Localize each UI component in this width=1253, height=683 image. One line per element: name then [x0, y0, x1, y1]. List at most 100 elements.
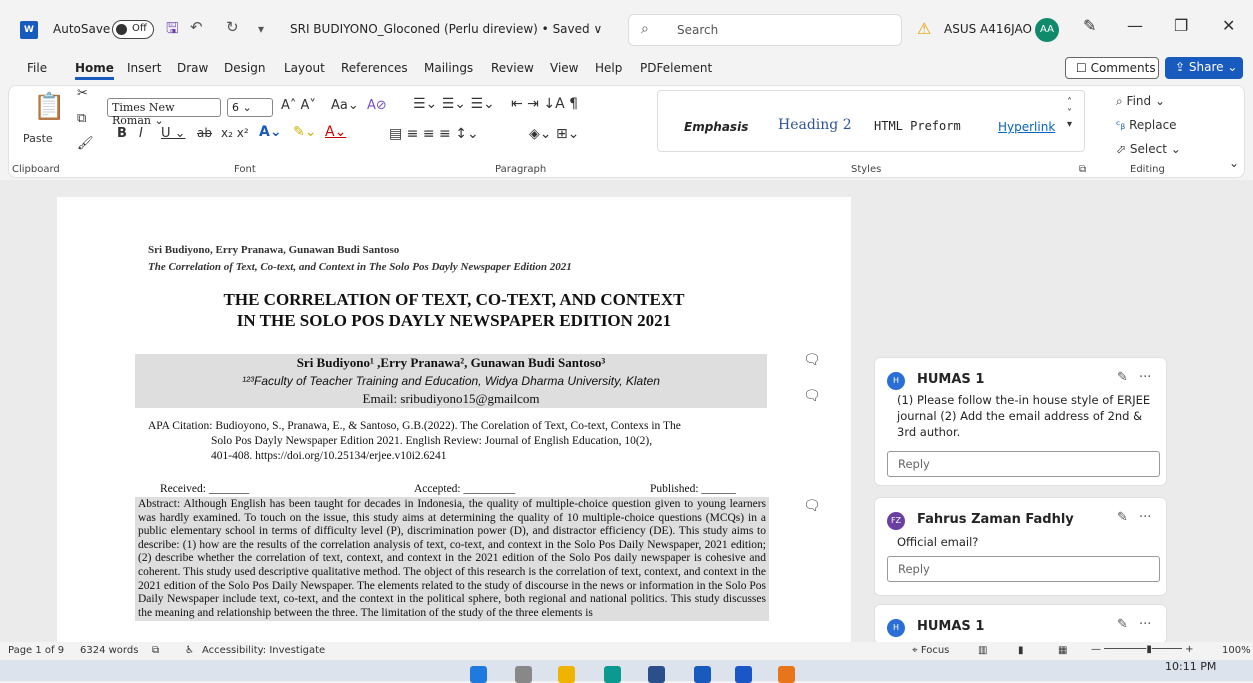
- group-label-paragraph: Paragraph: [495, 164, 547, 175]
- word-taskbar-icon[interactable]: [694, 666, 711, 683]
- text-effects-icon[interactable]: A⌄: [259, 124, 282, 140]
- save-icon[interactable]: 🖫: [166, 18, 179, 43]
- style-hyperlink[interactable]: Hyperlink: [998, 120, 1055, 134]
- windows-start-icon[interactable]: [470, 666, 487, 683]
- align-icon[interactable]: ▤ ≡ ≡ ≡ ↕⌄: [389, 126, 479, 142]
- highlight-icon[interactable]: ✎⌄: [293, 124, 316, 140]
- redo-icon[interactable]: ↻: [226, 18, 239, 36]
- edge-icon[interactable]: [604, 666, 621, 683]
- tab-home[interactable]: Home: [75, 61, 114, 80]
- app-taskbar-icon[interactable]: [778, 666, 795, 683]
- share-button[interactable]: ⇪ Share ⌄: [1165, 57, 1243, 79]
- tab-insert[interactable]: Insert: [127, 61, 161, 75]
- strikethrough-button[interactable]: ab: [197, 126, 212, 140]
- tab-view[interactable]: View: [550, 61, 578, 75]
- word-count[interactable]: 6324 words: [80, 645, 138, 656]
- clock[interactable]: 10:11 PM: [1165, 660, 1216, 673]
- status-bar: Page 1 of 9 6324 words ⧉ ♿ Accessibility…: [0, 642, 1253, 660]
- print-layout-icon[interactable]: ▮: [1018, 645, 1024, 656]
- style-emphasis[interactable]: Emphasis: [684, 120, 748, 134]
- file-explorer-icon[interactable]: [558, 666, 575, 683]
- font-size-select[interactable]: 6 ⌄: [227, 98, 273, 117]
- copy-icon[interactable]: ⧉: [77, 111, 86, 126]
- more-options-icon[interactable]: ···: [1139, 370, 1151, 385]
- comment-marker-icon[interactable]: 🗨: [803, 388, 821, 404]
- comment-card[interactable]: FZ Fahrus Zaman Fadhly ✎ ··· Official em…: [874, 497, 1167, 596]
- underline-button[interactable]: U ⌄: [161, 126, 186, 141]
- more-options-icon[interactable]: ···: [1139, 617, 1151, 632]
- paste-button[interactable]: Paste: [23, 132, 53, 145]
- tab-references[interactable]: References: [341, 61, 408, 75]
- autosave-toggle[interactable]: Off: [112, 20, 154, 39]
- tab-review[interactable]: Review: [491, 61, 534, 75]
- styles-scroll-icon[interactable]: ˄ ˅ ▾: [1067, 97, 1072, 130]
- comment-card[interactable]: H HUMAS 1 ✎ ···: [874, 604, 1167, 644]
- zoom-level[interactable]: 100%: [1222, 645, 1251, 656]
- zoom-slider[interactable]: — ───────▮───── +: [1091, 644, 1194, 655]
- tab-help[interactable]: Help: [595, 61, 622, 75]
- clear-formatting-icon[interactable]: A⊘: [367, 98, 387, 113]
- close-button[interactable]: ✕: [1222, 16, 1235, 35]
- format-painter-icon[interactable]: 🖌: [77, 136, 94, 151]
- undo-icon[interactable]: ↶: [190, 18, 203, 36]
- cut-icon[interactable]: ✂: [77, 86, 88, 101]
- grow-font-icon[interactable]: A˄ A˅: [281, 98, 316, 113]
- app-taskbar-icon[interactable]: [735, 666, 752, 683]
- bold-button[interactable]: B: [117, 126, 127, 141]
- web-layout-icon[interactable]: ▦: [1058, 645, 1067, 656]
- tab-file[interactable]: File: [27, 61, 47, 75]
- shading-icon[interactable]: ◈⌄ ⊞⌄: [529, 126, 579, 142]
- clipboard-icon[interactable]: 📋: [33, 92, 65, 122]
- comment-card[interactable]: H HUMAS 1 ✎ ··· (1) Please follow the-in…: [874, 357, 1167, 486]
- warning-icon[interactable]: ⚠: [917, 19, 931, 38]
- customize-toolbar-icon[interactable]: ▾: [258, 22, 264, 36]
- proofing-icon[interactable]: ⧉: [152, 645, 159, 656]
- more-options-icon[interactable]: ···: [1139, 510, 1151, 525]
- subscript-button[interactable]: x₂ x²: [221, 126, 249, 140]
- style-html-preformatted[interactable]: HTML Preform: [874, 119, 961, 133]
- pen-icon[interactable]: ✎: [1083, 16, 1096, 35]
- accepted-label: Accepted: _________: [414, 483, 516, 495]
- minimize-button[interactable]: —: [1127, 16, 1143, 35]
- accessibility-status[interactable]: Accessibility: Investigate: [202, 645, 325, 656]
- document-page[interactable]: Sri Budiyono, Erry Pranawa, Gunawan Budi…: [57, 197, 851, 647]
- share-icon: ⇪: [1175, 60, 1189, 74]
- find-button[interactable]: ⌕ Find ⌄: [1116, 94, 1165, 109]
- page-indicator[interactable]: Page 1 of 9: [8, 645, 64, 656]
- tab-design[interactable]: Design: [224, 61, 265, 75]
- tab-draw[interactable]: Draw: [177, 61, 208, 75]
- ribbon: 📋 Paste ✂ ⧉ 🖌 Clipboard Times New Roman …: [8, 85, 1245, 178]
- reply-input[interactable]: Reply: [887, 556, 1160, 582]
- tab-pdfelement[interactable]: PDFelement: [640, 61, 712, 75]
- comments-button[interactable]: ☐ Comments: [1065, 57, 1159, 79]
- avatar[interactable]: AA: [1035, 18, 1059, 42]
- reply-input[interactable]: Reply: [887, 451, 1160, 477]
- font-name-select[interactable]: Times New Roman ⌄: [107, 98, 221, 127]
- collapse-ribbon-icon[interactable]: ⌄: [1229, 156, 1239, 170]
- style-heading-2[interactable]: Heading 2: [778, 117, 852, 133]
- read-mode-icon[interactable]: ▥: [978, 645, 987, 656]
- word-app-icon[interactable]: W: [20, 21, 38, 39]
- edit-comment-icon[interactable]: ✎: [1117, 370, 1128, 385]
- tab-mailings[interactable]: Mailings: [424, 61, 473, 75]
- font-color-icon[interactable]: A⌄: [325, 124, 346, 140]
- focus-button[interactable]: ⌖ Focus: [912, 645, 949, 656]
- select-button[interactable]: ⬀ Select ⌄: [1116, 142, 1181, 156]
- search-taskbar-icon[interactable]: [515, 666, 532, 683]
- search-input[interactable]: ⌕ Search: [628, 14, 902, 46]
- bullets-icon[interactable]: ☰⌄ ☰⌄ ☰⌄: [413, 96, 495, 112]
- document-title[interactable]: SRI BUDIYONO_Gloconed (Perlu direview) •…: [290, 22, 602, 36]
- comment-marker-icon[interactable]: 🗨: [803, 498, 821, 514]
- replace-button[interactable]: ᶜᵦ Replace: [1116, 118, 1177, 132]
- dates-line: Received: _______ Accepted: _________ Pu…: [160, 483, 770, 495]
- tab-layout[interactable]: Layout: [284, 61, 325, 75]
- change-case-icon[interactable]: Aa⌄: [331, 98, 359, 113]
- store-icon[interactable]: [648, 666, 665, 683]
- italic-button[interactable]: I: [139, 126, 143, 141]
- restore-button[interactable]: ❐: [1174, 16, 1188, 35]
- comment-marker-icon[interactable]: 🗨: [803, 352, 821, 368]
- edit-comment-icon[interactable]: ✎: [1117, 510, 1128, 525]
- edit-comment-icon[interactable]: ✎: [1117, 617, 1128, 632]
- styles-launcher-icon[interactable]: ⧉: [1079, 164, 1086, 175]
- indent-icon[interactable]: ⇤ ⇥ ↓A ¶: [511, 96, 578, 112]
